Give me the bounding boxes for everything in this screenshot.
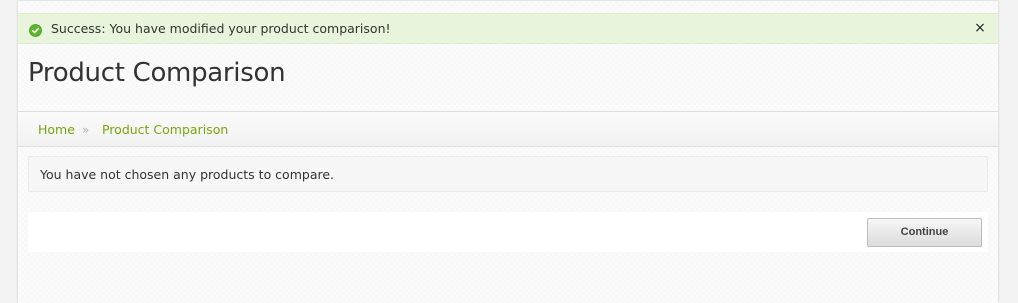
close-icon[interactable]: × — [973, 20, 987, 36]
continue-button[interactable]: Continue — [867, 218, 982, 247]
breadcrumb-separator: » — [82, 123, 90, 137]
breadcrumb-home-link[interactable]: Home — [38, 122, 75, 137]
alert-message: Success: You have modified your product … — [51, 21, 391, 36]
success-alert: Success: You have modified your product … — [18, 13, 998, 44]
page-container: Success: You have modified your product … — [18, 0, 998, 303]
buttons-bar: Continue — [28, 212, 988, 252]
empty-comparison-message: You have not chosen any products to comp… — [40, 167, 335, 182]
breadcrumb: Home » Product Comparison — [18, 111, 998, 147]
empty-comparison-notice: You have not chosen any products to comp… — [28, 156, 988, 192]
page-title: Product Comparison — [28, 58, 286, 88]
check-circle-icon — [29, 22, 42, 37]
breadcrumb-product-comparison-link[interactable]: Product Comparison — [102, 122, 228, 137]
